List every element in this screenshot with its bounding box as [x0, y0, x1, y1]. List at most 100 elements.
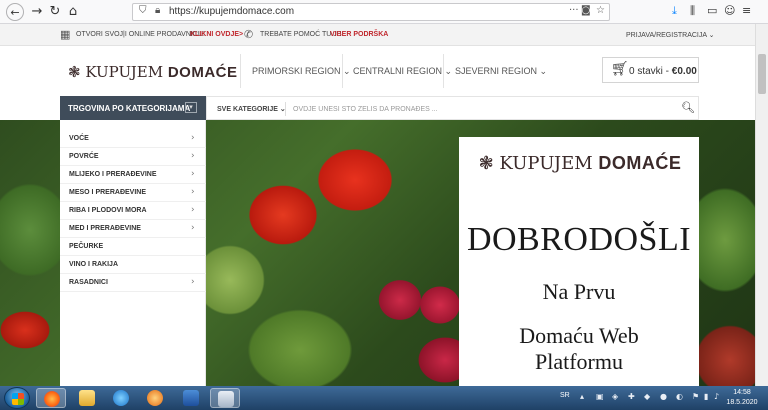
chevron-right-icon: › [191, 133, 195, 143]
category-label: POVRĆE [69, 153, 99, 160]
hero-subtitle-line2: Domaću Web Platformu [459, 323, 699, 375]
category-item-meso[interactable]: MESO I PRERAĐEVINE › [60, 184, 206, 202]
search-divider [285, 102, 286, 116]
menu-icon[interactable]: ≡ [742, 4, 751, 17]
category-label: RIBA I PLODOVI MORA [69, 207, 147, 214]
menu-divider [342, 54, 343, 88]
chevron-right-icon: › [191, 151, 195, 161]
language-indicator[interactable]: SR [560, 392, 570, 399]
hero-subtitle-line1: Na Prvu [542, 279, 616, 304]
media-player-icon [147, 390, 163, 406]
start-button[interactable] [4, 387, 30, 409]
search-icon[interactable]: 🔍︎ [681, 101, 695, 114]
tray-app-icon[interactable]: ◆ [644, 392, 650, 401]
clock-date: 18.5.2020 [726, 399, 758, 406]
network-icon[interactable]: ▮ [704, 392, 708, 401]
menu-sjeverni-region[interactable]: SJEVERNI REGION ⌄ [455, 66, 547, 77]
tray-expand-icon[interactable]: ▴ [580, 392, 584, 401]
top-info-bar: ▦ OTVORI SVOJ|I ONLINE PRODAVNICU! KLIKN… [0, 24, 755, 46]
tray-app-icon[interactable]: ▣ [596, 392, 604, 401]
browser-toolbar: ← → ↻ ⌂ ⛉ 🔒︎ https://kupujemdomace.com ·… [0, 0, 768, 24]
tray-app-icon[interactable]: ● [660, 392, 667, 401]
tray-app-icon[interactable]: ✚ [628, 392, 635, 401]
tray-app-icon[interactable]: ◐ [676, 392, 683, 401]
hero-subtitle-line2a: Domaću Web [519, 323, 639, 348]
chevron-right-icon: › [191, 187, 195, 197]
reload-icon[interactable]: ↻ [46, 3, 64, 21]
system-clock[interactable]: 14:58 18.5.2020 [722, 388, 762, 408]
flag-icon[interactable]: ⚑ [692, 392, 699, 401]
category-menu-title: TRGOVINA PO KATEGORIJAMA [68, 104, 191, 113]
windows-taskbar: SR ▴ ▣ ◈ ✚ ◆ ● ◐ ⚑ ▮ ♪ 14:58 18.5.2020 [0, 386, 768, 410]
windows-logo-icon [12, 393, 24, 405]
taskbar-firefox[interactable] [36, 388, 66, 408]
lock-icon[interactable]: 🔒︎ [155, 5, 160, 16]
viber-support-link[interactable]: VIBER PODRŠKA [330, 31, 388, 38]
url-text[interactable]: https://kupujemdomace.com [169, 6, 294, 17]
chevron-right-icon: › [191, 223, 195, 233]
hero-logo: ❃ KUPUJEM DOMAĆE [469, 153, 691, 174]
category-sidebar: VOĆE › POVRĆE › MLIJEKO I PRERAĐEVINE › MES… [60, 120, 206, 386]
word-icon [183, 390, 199, 406]
site-logo[interactable]: ❃ KUPUJEM DOMAĆE [68, 63, 238, 81]
hero-welcome-heading: DOBRODOŠLI [466, 221, 692, 258]
sidebar-icon[interactable]: ▭ [707, 4, 717, 17]
open-store-link[interactable]: KLIKNI OVDJE> [190, 31, 243, 38]
search-input[interactable] [293, 102, 663, 116]
open-store-text: OTVORI SVOJ|I ONLINE PRODAVNICU! [76, 31, 205, 38]
taskbar-media-player[interactable] [140, 388, 170, 408]
hero-logo-flower-icon: ❃ [478, 153, 494, 174]
back-icon[interactable]: ← [6, 3, 24, 21]
category-label: VINO I RAKIJA [69, 261, 119, 268]
category-label: PEČURKE [69, 243, 104, 250]
search-bar: SVE KATEGORIJE ⌄ 🔍︎ [206, 96, 699, 120]
category-item-riba[interactable]: RIBA I PLODOVI MORA › [60, 202, 206, 220]
menu-centralni-region[interactable]: CENTRALNI REGION ⌄ [353, 66, 452, 77]
library-icon[interactable]: ⫼ [690, 4, 695, 18]
category-label: MESO I PRERAĐEVINE [69, 189, 147, 196]
category-item-mlijeko[interactable]: MLIJEKO I PRERAĐEVINE › [60, 166, 206, 184]
download-icon[interactable]: ⤓ [672, 4, 677, 18]
category-item-rasadnici[interactable]: RASADNICI › [60, 274, 206, 292]
search-category-select[interactable]: SVE KATEGORIJE ⌄ [217, 105, 286, 113]
home-icon[interactable]: ⌂ [64, 3, 82, 21]
category-item-povrce[interactable]: POVRĆE › [60, 148, 206, 166]
forward-icon[interactable]: → [28, 3, 46, 21]
logo-text-light: KUPUJEM [85, 63, 164, 81]
page-actions-icon[interactable]: ··· [569, 5, 579, 16]
cart-button[interactable]: 🛒︎ 0 stavki - €0.00 [602, 57, 699, 83]
chevron-right-icon: › [191, 277, 195, 287]
taskbar-ie[interactable] [106, 388, 136, 408]
clock-time: 14:58 [733, 389, 751, 396]
page-scrollbar[interactable] [755, 24, 768, 386]
hero-welcome-panel: ❃ KUPUJEM DOMAĆE DOBRODOŠLI Na Prvu Doma… [459, 137, 699, 386]
category-item-voce[interactable]: VOĆE › [60, 130, 206, 148]
cart-icon: 🛒︎ [611, 61, 629, 77]
category-menu-header[interactable]: TRGOVINA PO KATEGORIJAMA ▾ [60, 96, 206, 120]
internet-explorer-icon [113, 390, 129, 406]
account-icon[interactable]: ☺ [724, 4, 735, 17]
taskbar-explorer[interactable] [72, 388, 102, 408]
taskbar-window[interactable] [210, 388, 240, 408]
volume-icon[interactable]: ♪ [714, 392, 719, 401]
cart-summary: 0 stavki - €0.00 [629, 66, 697, 77]
menu-primorski-region[interactable]: PRIMORSKI REGION ⌄ [252, 66, 351, 77]
category-toggle-icon[interactable]: ▾ [185, 102, 197, 113]
hero-subtitle-line2b: Platformu [535, 349, 623, 374]
shield-icon[interactable]: ⛉ [139, 5, 147, 16]
tray-app-icon[interactable]: ◈ [612, 392, 618, 401]
bookmark-star-icon[interactable]: ☆ [596, 5, 605, 16]
hero-logo-bold: DOMAĆE [598, 153, 682, 173]
chevron-right-icon: › [191, 169, 195, 179]
address-bar[interactable]: ⛉ 🔒︎ https://kupujemdomace.com ··· ◙ ☆ [132, 3, 610, 21]
scrollbar-thumb[interactable] [758, 54, 766, 94]
category-item-vino[interactable]: VINO I RAKIJA [60, 256, 206, 274]
category-item-med[interactable]: MED I PRERAĐEVINE › [60, 220, 206, 238]
site-header: ❃ KUPUJEM DOMAĆE PRIMORSKI REGION ⌄ CENT… [0, 46, 755, 96]
window-icon [218, 391, 234, 407]
taskbar-word[interactable] [176, 388, 206, 408]
pocket-icon[interactable]: ◙ [581, 5, 591, 16]
category-item-pecurke[interactable]: PEČURKE [60, 238, 206, 256]
login-register-link[interactable]: PRIJAVA/REGISTRACIJA ⌄ [626, 31, 714, 39]
chevron-right-icon: › [191, 205, 195, 215]
